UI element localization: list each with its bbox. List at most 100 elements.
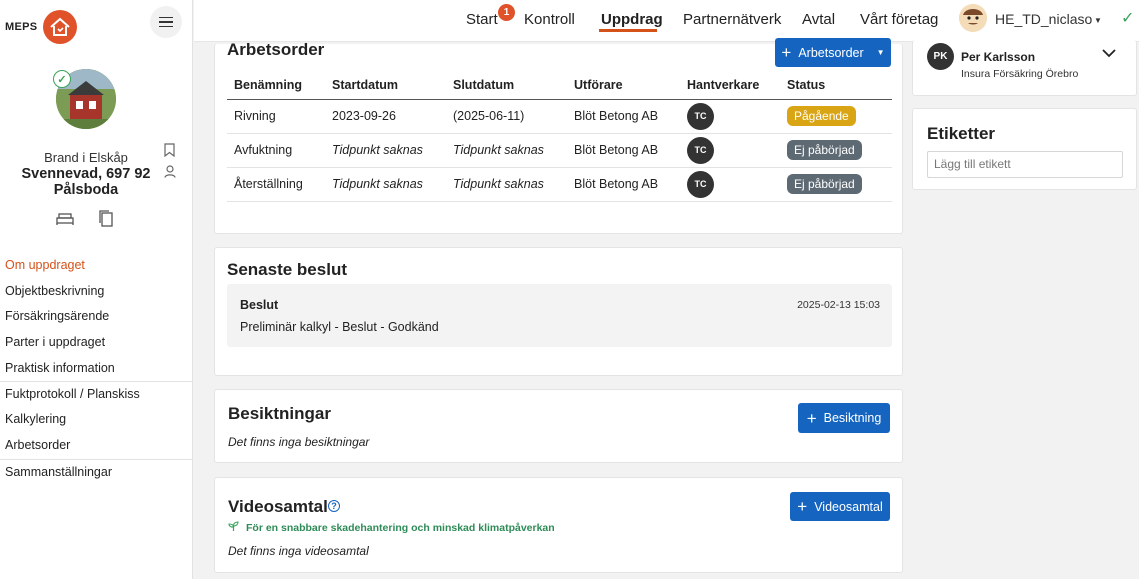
sidebar-item-parter[interactable]: Parter i uppdraget [0,330,193,356]
row-start: Tidpunkt saknas [325,167,446,202]
add-arbetsorder-button[interactable]: + Arbetsorder ▼ [775,38,891,67]
sprout-icon [228,521,239,535]
status-badge: Pågående [787,106,856,126]
sidebar-item-forsakringsarende[interactable]: Försäkringsärende [0,304,193,330]
contact-card[interactable]: PK Per Karlsson Insura Försäkring Örebro [912,40,1137,96]
etiketter-card: Etiketter Lägg till etikett [912,108,1137,190]
row-end: Tidpunkt saknas [446,133,567,168]
user-name[interactable]: HE_TD_niclaso [995,11,1092,27]
sidebar-item-objektbeskrivning[interactable]: Objektbeskrivning [0,279,193,305]
row-performer: Blöt Betong AB [567,133,680,168]
etiketter-title: Etiketter [927,124,996,143]
bed-icon[interactable] [56,212,74,229]
chevron-down-icon[interactable] [1102,46,1116,61]
sidebar: MEPS ✓ Brand i Elskåp Svennevad, 697 92 … [0,0,193,579]
contact-name: Per Karlsson [961,50,1036,64]
menu-icon[interactable] [150,6,182,38]
property-subtitle: Brand i Elskåp [44,150,128,165]
sidebar-item-fuktprotokoll[interactable]: Fuktprotokoll / Planskiss [0,381,193,407]
videosamtal-info: För en snabbare skadehantering och minsk… [246,522,555,534]
add-besiktning-label: Besiktning [823,411,882,425]
help-icon[interactable]: ? [328,500,340,512]
nav-uppdrag[interactable]: Uppdrag [601,11,663,28]
add-videosamtal-label: Videosamtal [814,499,883,514]
videosamtal-card: Videosamtal ? För en snabbare skadehante… [214,477,903,573]
add-arbetsorder-label: Arbetsorder [798,45,864,60]
row-end: (2025-06-11) [446,99,567,134]
videosamtal-empty: Det finns inga videosamtal [228,544,369,558]
status-badge: Ej påbörjad [787,140,862,160]
videosamtal-title: Videosamtal [228,497,328,516]
row-name: Återställning [227,167,325,202]
table-row[interactable]: Avfuktning Tidpunkt saknas Tidpunkt sakn… [227,133,892,168]
sidebar-item-kalkylering[interactable]: Kalkylering [0,407,193,433]
nav-partnernatverk[interactable]: Partnernätverk [683,11,781,28]
craftsman-avatar[interactable]: TC [687,170,714,198]
status-badge: Ej påbörjad [787,174,862,194]
property-name: Svennevad, 697 92 Pålsboda [0,166,172,198]
col-utforare[interactable]: Utförare [567,72,680,100]
craftsman-avatar[interactable]: TC [687,102,714,130]
nav-start[interactable]: Start [466,11,498,28]
row-end: Tidpunkt saknas [446,167,567,202]
copy-document-icon[interactable] [99,210,113,230]
table-row[interactable]: Rivning 2023-09-26 (2025-06-11) Blöt Bet… [227,99,892,134]
contact-company: Insura Försäkring Örebro [961,68,1079,80]
col-slutdatum[interactable]: Slutdatum [446,72,567,100]
table-header-row: Benämning Startdatum Slutdatum Utförare … [227,72,892,100]
plus-icon: + [781,43,792,62]
caret-down-icon[interactable]: ▼ [1094,16,1102,25]
sidebar-nav: Om uppdraget Objektbeskrivning Försäkrin… [0,253,193,484]
nav-vart-foretag[interactable]: Vårt företag [860,11,938,28]
add-besiktning-button[interactable]: + Besiktning [798,403,890,433]
plus-icon: + [806,408,817,428]
plus-icon: + [797,497,808,516]
sidebar-item-om-uppdraget[interactable]: Om uppdraget [0,253,193,279]
senaste-beslut-card: Senaste beslut Beslut 2025-02-13 15:03 P… [214,247,903,376]
check-icon: ✓ [1121,10,1135,27]
bookmark-icon[interactable] [164,143,175,160]
nav-kontroll[interactable]: Kontroll [524,11,575,28]
property-name-line1: Svennevad, 697 92 [21,166,151,182]
row-name: Rivning [227,99,325,134]
row-performer: Blöt Betong AB [567,99,680,134]
etikett-input[interactable]: Lägg till etikett [927,151,1123,178]
nav-avtal[interactable]: Avtal [802,11,835,28]
meps-logo[interactable]: MEPS [5,10,78,44]
contact-avatar: PK [927,43,954,70]
beslut-text: Preliminär kalkyl - Beslut - Godkänd [240,320,439,334]
craftsman-avatar[interactable]: TC [687,136,714,164]
arbetsorder-card: Arbetsorder + Arbetsorder ▼ Benämning St… [214,38,903,234]
besiktningar-empty: Det finns inga besiktningar [228,435,370,449]
caret-down-icon[interactable]: ▼ [877,48,885,57]
add-videosamtal-button[interactable]: + Videosamtal [790,492,890,521]
arbetsorder-table: Benämning Startdatum Slutdatum Utförare … [227,72,892,202]
beslut-label: Beslut [240,298,279,312]
beslut-item[interactable]: Beslut 2025-02-13 15:03 Preliminär kalky… [227,284,892,347]
logo-text: MEPS [5,21,38,33]
sidebar-item-arbetsorder[interactable]: Arbetsorder [0,433,193,459]
notification-badge: 1 [498,4,515,21]
col-hantverkare[interactable]: Hantverkare [680,72,780,100]
property-name-line2: Pålsboda [53,182,119,198]
top-navigation: Start 1 Kontroll Uppdrag Partnernätverk … [194,0,1139,42]
senaste-beslut-title: Senaste beslut [227,260,347,279]
person-icon[interactable] [164,165,176,181]
active-tab-indicator [599,29,657,32]
row-performer: Blöt Betong AB [567,167,680,202]
verified-check-icon: ✓ [53,70,71,88]
col-status[interactable]: Status [780,72,892,100]
row-start: Tidpunkt saknas [325,133,446,168]
user-avatar[interactable] [959,4,987,32]
arbetsorder-title: Arbetsorder [227,40,325,59]
row-name: Avfuktning [227,133,325,168]
col-benamning[interactable]: Benämning [227,72,325,100]
sidebar-item-sammanstallningar[interactable]: Sammanställningar [0,458,193,485]
besiktningar-card: Besiktningar + Besiktning Det finns inga… [214,389,903,463]
sidebar-item-praktisk-information[interactable]: Praktisk information [0,356,193,382]
table-row[interactable]: Återställning Tidpunkt saknas Tidpunkt s… [227,167,892,202]
besiktningar-title: Besiktningar [228,404,331,423]
beslut-timestamp: 2025-02-13 15:03 [797,299,880,311]
home-logo-icon [43,10,78,44]
col-startdatum[interactable]: Startdatum [325,72,446,100]
